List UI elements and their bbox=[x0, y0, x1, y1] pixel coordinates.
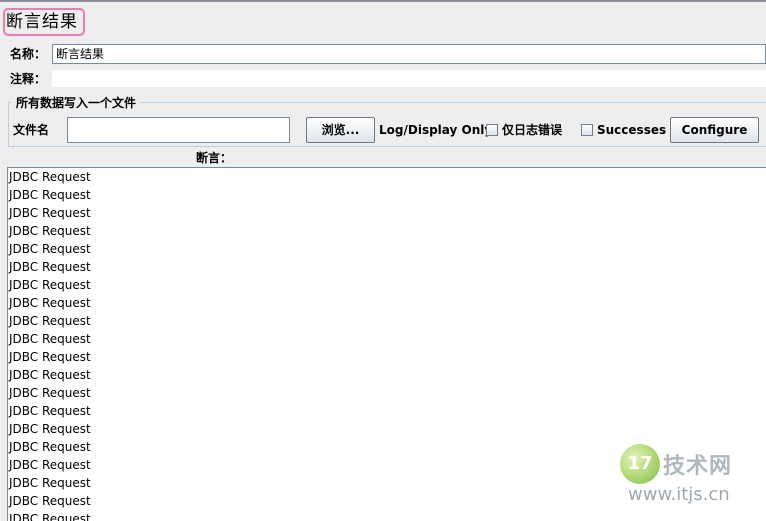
filename-input[interactable] bbox=[67, 117, 290, 143]
panel-title: 断言结果 bbox=[6, 12, 78, 32]
list-item[interactable]: JDBC Request bbox=[8, 312, 766, 330]
list-item[interactable]: JDBC Request bbox=[8, 276, 766, 294]
watermark-url: www.itjs.cn bbox=[628, 484, 730, 505]
log-display-only-label: Log/Display Only: bbox=[379, 123, 497, 137]
comment-label: 注释： bbox=[10, 72, 47, 86]
list-item[interactable]: JDBC Request bbox=[8, 258, 766, 276]
list-item[interactable]: JDBC Request bbox=[8, 294, 766, 312]
assertions-header: 断言： bbox=[196, 151, 233, 165]
successes-checkbox[interactable] bbox=[581, 124, 593, 136]
list-item[interactable]: JDBC Request bbox=[8, 186, 766, 204]
list-item[interactable]: JDBC Request bbox=[8, 510, 766, 521]
errors-only-checkbox[interactable] bbox=[486, 124, 498, 136]
browse-button[interactable]: 浏览... bbox=[306, 117, 375, 143]
list-item[interactable]: JDBC Request bbox=[8, 168, 766, 186]
watermark-title: 技术网 bbox=[663, 454, 733, 479]
list-item[interactable]: JDBC Request bbox=[8, 330, 766, 348]
list-item[interactable]: JDBC Request bbox=[8, 384, 766, 402]
list-item[interactable]: JDBC Request bbox=[8, 348, 766, 366]
list-item[interactable]: JDBC Request bbox=[8, 222, 766, 240]
list-item[interactable]: JDBC Request bbox=[8, 204, 766, 222]
list-item[interactable]: JDBC Request bbox=[8, 240, 766, 258]
successes-label[interactable]: Successes bbox=[597, 122, 666, 138]
list-item[interactable]: JDBC Request bbox=[8, 420, 766, 438]
name-field[interactable]: 断言结果 bbox=[52, 44, 766, 64]
list-item[interactable]: JDBC Request bbox=[8, 402, 766, 420]
configure-button[interactable]: Configure bbox=[670, 117, 759, 143]
name-label: 名称： bbox=[10, 47, 47, 61]
window-top-border bbox=[0, 0, 766, 2]
write-to-file-legend: 所有数据写入一个文件 bbox=[12, 95, 141, 111]
filename-label: 文件名 bbox=[13, 123, 50, 137]
watermark-logo: 17 bbox=[620, 444, 660, 484]
comment-field[interactable] bbox=[52, 70, 766, 87]
errors-only-label[interactable]: 仅日志错误 bbox=[502, 122, 562, 138]
list-item[interactable]: JDBC Request bbox=[8, 366, 766, 384]
